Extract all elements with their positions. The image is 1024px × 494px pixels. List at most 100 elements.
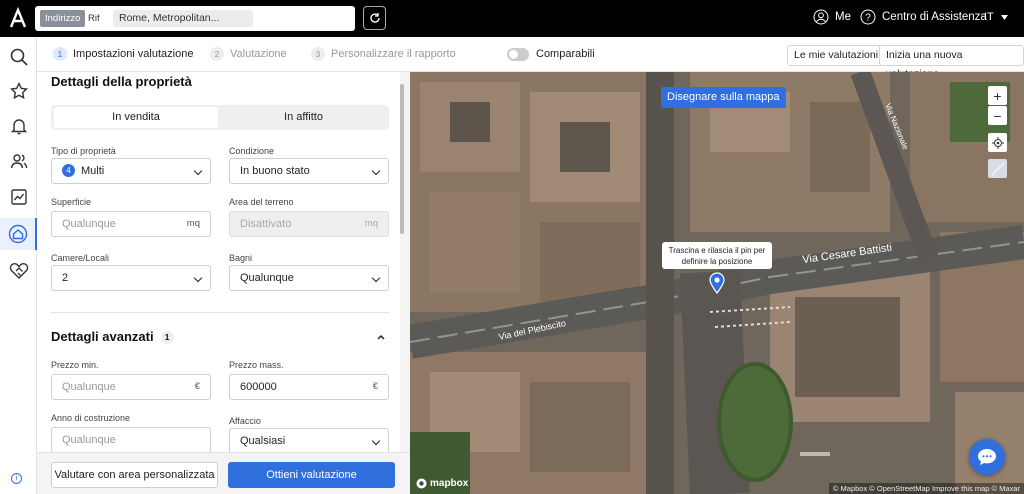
zoom-in-button[interactable]: + <box>988 86 1007 105</box>
refresh-button[interactable] <box>363 6 386 30</box>
section-divider <box>51 312 389 313</box>
currency-label: € <box>372 381 378 392</box>
refresh-icon <box>369 13 380 23</box>
surface-label: Superficie <box>51 197 92 207</box>
chevron-down-icon <box>371 436 381 446</box>
tooltip-line: Trascina e rilascia il pin per <box>668 246 766 255</box>
year-built-label: Anno di costruzione <box>51 413 131 423</box>
chevron-up-icon[interactable] <box>377 334 385 340</box>
comparables-label: Comparabili <box>536 48 595 60</box>
sidebar: i <box>0 37 37 494</box>
chevron-down-icon <box>371 166 381 176</box>
rent-option[interactable]: In affitto <box>221 107 386 128</box>
info-icon[interactable]: i <box>11 473 22 484</box>
property-details-card: Dettagli della proprietà In vendita In a… <box>37 72 400 452</box>
min-price-input[interactable]: Qualunque € <box>51 374 211 400</box>
search-tab-ref[interactable]: Rif <box>83 10 105 27</box>
land-area-label: Area del terreno <box>229 197 294 207</box>
help-icon: ? <box>860 9 876 25</box>
home-valuation-icon <box>8 224 27 244</box>
tab-settings[interactable]: 1 Impostazioni valutazione <box>53 47 193 61</box>
view-value: Qualsiasi <box>240 435 286 447</box>
top-bar: Indirizzo Rif Rome, Metropolitan... Me ?… <box>0 0 1024 37</box>
advanced-title: Dettagli avanzati <box>51 329 154 344</box>
steps-bar: 1 Impostazioni valutazione 2 Valutazione… <box>37 37 1024 80</box>
view-select[interactable]: Qualsiasi <box>229 428 389 452</box>
property-type-select[interactable]: 4 Multi <box>51 158 211 184</box>
chat-icon <box>978 449 996 465</box>
panel-scrollbar[interactable] <box>400 84 404 234</box>
user-icon <box>813 9 829 25</box>
baths-select[interactable]: Qualunque <box>229 265 389 291</box>
min-price-placeholder: Qualunque <box>62 381 116 393</box>
rooms-label: Camere/Locali <box>51 253 110 263</box>
tab-customize-report[interactable]: 3 Personalizzare il rapporto <box>311 47 456 61</box>
location-pin-icon[interactable] <box>709 272 725 294</box>
help-center-link[interactable]: ? Centro di Assistenza <box>860 9 987 25</box>
max-price-input[interactable]: 600000 € <box>229 374 389 400</box>
min-price-label: Prezzo min. <box>51 360 99 370</box>
condition-label: Condizione <box>229 146 275 156</box>
unit-label: mq <box>186 218 200 229</box>
chevron-down-icon <box>193 273 203 283</box>
custom-area-button[interactable]: Valutare con area personalizzata <box>51 462 218 488</box>
year-built-placeholder: Qualunque <box>62 434 116 446</box>
handshake-icon <box>9 262 28 279</box>
step-label: Personalizzare il rapporto <box>331 48 456 60</box>
zoom-out-button[interactable]: − <box>988 106 1007 125</box>
sidebar-item-contacts[interactable] <box>0 145 37 177</box>
section-title: Dettagli della proprietà <box>51 74 192 89</box>
max-price-label: Prezzo mass. <box>229 360 284 370</box>
tab-valuation[interactable]: 2 Valutazione <box>210 47 287 61</box>
user-label: Me <box>835 11 851 23</box>
mapbox-logo: mapbox <box>416 478 468 489</box>
new-valuation-button[interactable]: Inizia una nuova valutazione <box>879 45 1024 80</box>
satellite-map[interactable]: Via Cesare Battisti Via del Plebiscito V… <box>410 72 1024 494</box>
users-icon <box>10 154 27 169</box>
my-valuations-button[interactable]: Le mie valutazioni <box>787 45 886 66</box>
user-menu[interactable]: Me <box>813 9 851 25</box>
chevron-down-icon <box>193 166 203 176</box>
advanced-count-badge: 1 <box>160 331 174 345</box>
sidebar-item-valuation[interactable] <box>0 218 37 250</box>
help-label: Centro di Assistenza <box>882 11 987 23</box>
sidebar-item-deals[interactable] <box>0 255 37 287</box>
search-input[interactable]: Rome, Metropolitan... <box>113 10 253 27</box>
count-badge: 4 <box>62 163 75 177</box>
year-built-input[interactable]: Qualunque <box>51 427 211 452</box>
max-price-value: 600000 <box>240 381 277 393</box>
language-select[interactable]: IT <box>984 11 1008 23</box>
caret-down-icon <box>1000 14 1008 20</box>
condition-select[interactable]: In buono stato <box>229 158 389 184</box>
sidebar-item-search[interactable] <box>0 41 37 73</box>
svg-text:?: ? <box>865 13 871 24</box>
sale-option[interactable]: In vendita <box>54 107 218 128</box>
map-style-button[interactable] <box>988 159 1007 178</box>
baths-value: Qualunque <box>240 272 294 284</box>
logo-icon[interactable] <box>8 7 28 29</box>
advanced-section-header[interactable]: Dettagli avanzati 1 <box>51 329 174 345</box>
draw-on-map-button[interactable]: Disegnare sulla mappa <box>661 87 786 108</box>
comparables-toggle[interactable] <box>507 48 529 61</box>
baths-label: Bagni <box>229 253 253 263</box>
rooms-value: 2 <box>62 272 69 284</box>
chart-icon <box>10 189 27 205</box>
sidebar-item-alerts[interactable] <box>0 110 37 142</box>
sidebar-item-analytics[interactable] <box>0 181 37 213</box>
surface-input[interactable]: Qualunque mq <box>51 211 211 237</box>
map-attribution[interactable]: © Mapbox © OpenStreetMap Improve this ma… <box>828 483 1024 494</box>
listing-type-switch: In vendita In affitto <box>51 105 389 130</box>
search-tab-address[interactable]: Indirizzo <box>40 10 86 27</box>
sidebar-item-favorites[interactable] <box>0 75 37 107</box>
pin-tooltip: Trascina e rilascia il pin per definire … <box>662 242 772 269</box>
star-icon <box>9 82 28 100</box>
condition-value: In buono stato <box>240 165 310 177</box>
chat-button[interactable] <box>969 439 1005 475</box>
locate-button[interactable] <box>988 133 1007 152</box>
step-label: Impostazioni valutazione <box>73 48 194 60</box>
locate-icon <box>991 136 1004 149</box>
unit-label: mq <box>364 218 378 229</box>
tooltip-line: definire la posizione <box>681 257 753 266</box>
rooms-select[interactable]: 2 <box>51 265 211 291</box>
get-valuation-button[interactable]: Ottieni valutazione <box>228 462 395 488</box>
